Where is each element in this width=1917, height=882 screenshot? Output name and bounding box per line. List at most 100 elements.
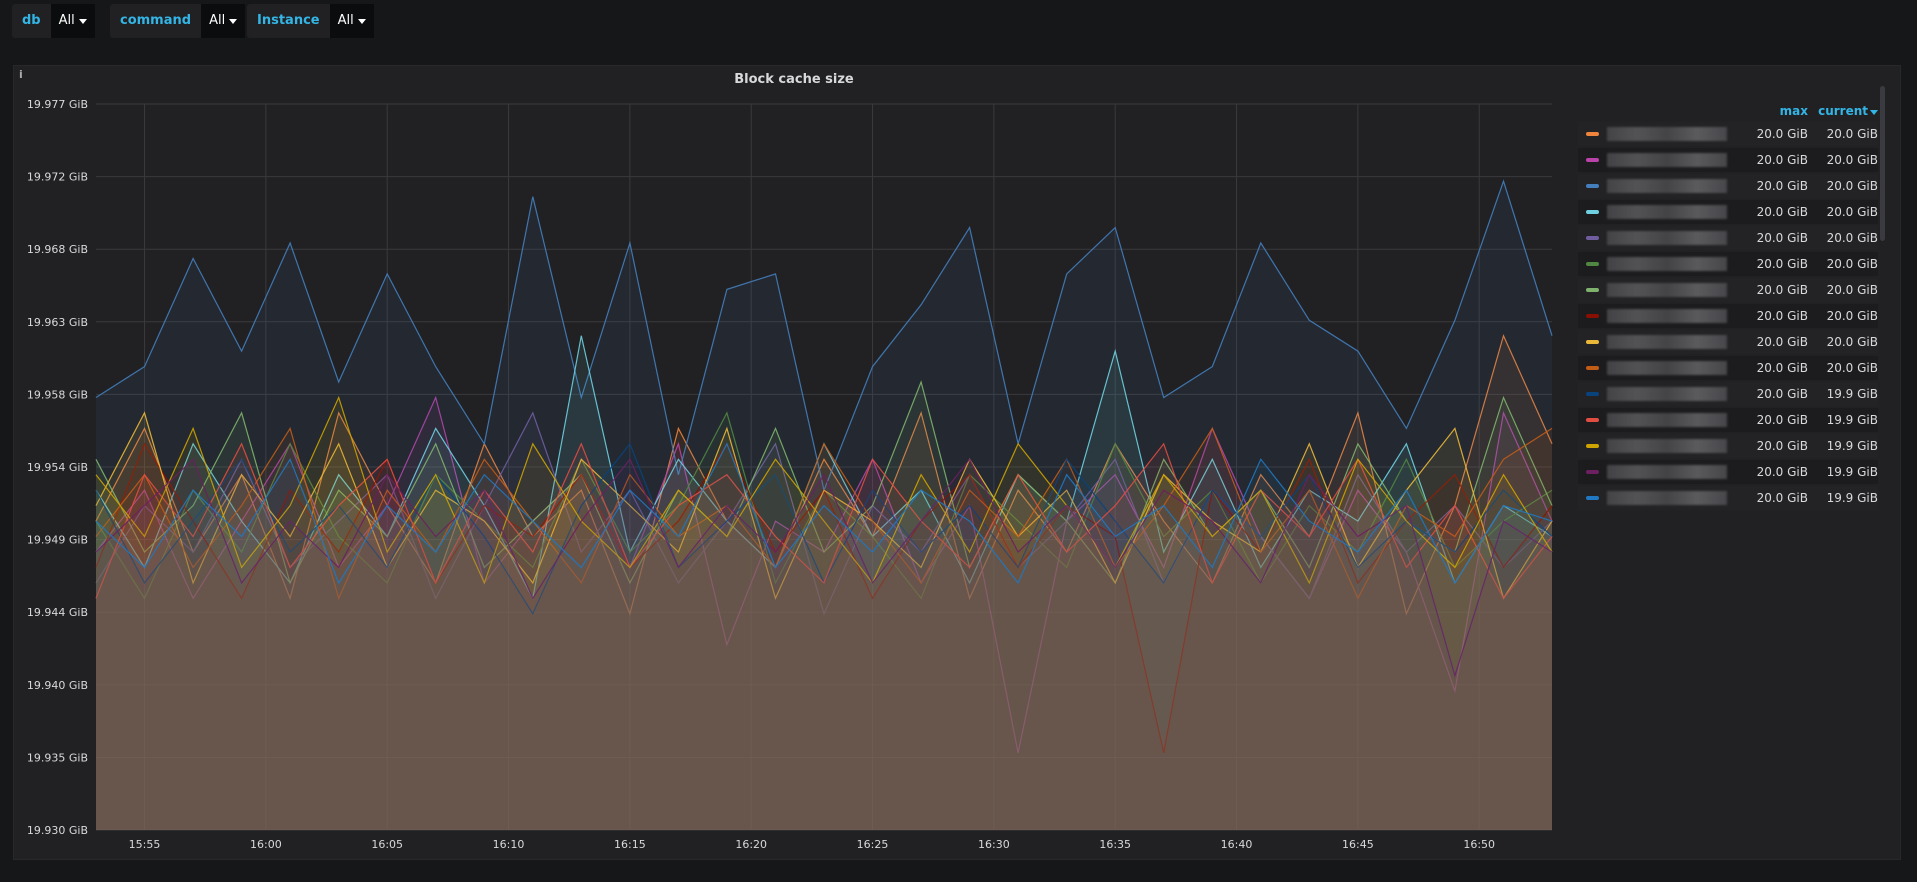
- series-color-swatch[interactable]: [1586, 392, 1599, 396]
- legend-header: max current: [1578, 100, 1878, 122]
- legend-max-value: 20.0 GiB: [1756, 335, 1808, 349]
- legend-item[interactable]: 20.0 GiB 20.0 GiB: [1578, 278, 1878, 302]
- panel-title[interactable]: Block cache size: [14, 72, 1574, 87]
- y-tick-label: 19.930 GiB: [27, 824, 88, 837]
- legend: max current 20.0 GiB 20.0 GiB 20.0 GiB 20.0…: [1578, 100, 1878, 512]
- legend-current-value: 19.9 GiB: [1826, 491, 1878, 505]
- series-color-swatch[interactable]: [1586, 262, 1599, 266]
- variable-command: command All: [110, 4, 246, 38]
- series-color-swatch[interactable]: [1586, 314, 1599, 318]
- legend-current-value: 20.0 GiB: [1826, 257, 1878, 271]
- series-color-swatch[interactable]: [1586, 444, 1599, 448]
- x-tick-label: 15:55: [129, 838, 161, 851]
- variable-label-instance: Instance: [257, 13, 320, 28]
- legend-item[interactable]: 20.0 GiB 20.0 GiB: [1578, 200, 1878, 224]
- variable-instance: Instance All: [247, 4, 374, 38]
- caret-down-icon: [78, 18, 87, 24]
- caret-down-icon: [229, 18, 238, 24]
- chart-svg[interactable]: 19.977 GiB 19.972 GiB 19.968 GiB 19.963 GiB…: [14, 66, 1574, 859]
- series-color-swatch[interactable]: [1586, 236, 1599, 240]
- x-tick-label: 16:30: [978, 838, 1010, 851]
- series-color-swatch[interactable]: [1586, 184, 1599, 188]
- series-name-redacted: [1607, 231, 1727, 245]
- legend-current-value: 20.0 GiB: [1826, 205, 1878, 219]
- legend-item[interactable]: 20.0 GiB 19.9 GiB: [1578, 434, 1878, 458]
- legend-item[interactable]: 20.0 GiB 19.9 GiB: [1578, 460, 1878, 484]
- legend-scrollbar[interactable]: [1880, 86, 1885, 241]
- legend-header-current[interactable]: current: [1808, 104, 1878, 118]
- legend-max-value: 20.0 GiB: [1756, 231, 1808, 245]
- legend-item[interactable]: 20.0 GiB 20.0 GiB: [1578, 174, 1878, 198]
- legend-item[interactable]: 20.0 GiB 20.0 GiB: [1578, 122, 1878, 146]
- legend-current-value: 20.0 GiB: [1826, 153, 1878, 167]
- series-color-swatch[interactable]: [1586, 418, 1599, 422]
- legend-header-max[interactable]: max: [1738, 104, 1808, 118]
- series-color-swatch[interactable]: [1586, 288, 1599, 292]
- series-name-redacted: [1607, 257, 1727, 271]
- variable-select-db[interactable]: All: [50, 4, 95, 38]
- legend-current-value: 20.0 GiB: [1826, 179, 1878, 193]
- legend-current-value: 20.0 GiB: [1826, 361, 1878, 375]
- series-name-redacted: [1607, 439, 1727, 453]
- series-name-redacted: [1607, 205, 1727, 219]
- x-tick-label: 16:20: [735, 838, 767, 851]
- legend-current-value: 19.9 GiB: [1826, 465, 1878, 479]
- legend-item[interactable]: 20.0 GiB 19.9 GiB: [1578, 382, 1878, 406]
- y-tick-label: 19.958 GiB: [27, 388, 88, 401]
- variable-db: db All: [12, 4, 95, 38]
- series-name-redacted: [1607, 127, 1727, 141]
- legend-current-value: 20.0 GiB: [1826, 335, 1878, 349]
- y-tick-label: 19.968 GiB: [27, 243, 88, 256]
- x-tick-label: 16:45: [1342, 838, 1374, 851]
- series-color-swatch[interactable]: [1586, 366, 1599, 370]
- series-color-swatch[interactable]: [1586, 210, 1599, 214]
- x-tick-label: 16:25: [857, 838, 889, 851]
- legend-current-value: 20.0 GiB: [1826, 231, 1878, 245]
- series-name-redacted: [1607, 387, 1727, 401]
- y-tick-label: 19.977 GiB: [27, 98, 88, 111]
- variable-label-command: command: [120, 13, 192, 28]
- series-name-redacted: [1607, 309, 1727, 323]
- legend-max-value: 20.0 GiB: [1756, 491, 1808, 505]
- series-name-redacted: [1607, 413, 1727, 427]
- legend-current-value: 20.0 GiB: [1826, 283, 1878, 297]
- series-name-redacted: [1607, 491, 1727, 505]
- select-value: All: [337, 13, 354, 28]
- legend-max-value: 20.0 GiB: [1756, 413, 1808, 427]
- series-name-redacted: [1607, 179, 1727, 193]
- legend-max-value: 20.0 GiB: [1756, 205, 1808, 219]
- series-color-swatch[interactable]: [1586, 470, 1599, 474]
- x-tick-label: 16:40: [1221, 838, 1253, 851]
- caret-down-icon: [357, 18, 366, 24]
- legend-current-value: 19.9 GiB: [1826, 413, 1878, 427]
- y-tick-label: 19.940 GiB: [27, 679, 88, 692]
- series-name-redacted: [1607, 335, 1727, 349]
- legend-item[interactable]: 20.0 GiB 20.0 GiB: [1578, 148, 1878, 172]
- legend-item[interactable]: 20.0 GiB 20.0 GiB: [1578, 330, 1878, 354]
- legend-item[interactable]: 20.0 GiB 19.9 GiB: [1578, 408, 1878, 432]
- legend-item[interactable]: 20.0 GiB 20.0 GiB: [1578, 356, 1878, 380]
- select-value: All: [58, 13, 75, 28]
- series-name-redacted: [1607, 153, 1727, 167]
- legend-max-value: 20.0 GiB: [1756, 309, 1808, 323]
- series-color-swatch[interactable]: [1586, 158, 1599, 162]
- legend-item[interactable]: 20.0 GiB 19.9 GiB: [1578, 486, 1878, 510]
- x-tick-label: 16:35: [1099, 838, 1131, 851]
- legend-item[interactable]: 20.0 GiB 20.0 GiB: [1578, 304, 1878, 328]
- series-color-swatch[interactable]: [1586, 132, 1599, 136]
- legend-current-value: 20.0 GiB: [1826, 309, 1878, 323]
- y-tick-label: 19.949 GiB: [27, 534, 88, 547]
- variable-select-instance[interactable]: All: [329, 4, 374, 38]
- series-color-swatch[interactable]: [1586, 340, 1599, 344]
- series-name-redacted: [1607, 283, 1727, 297]
- legend-item[interactable]: 20.0 GiB 20.0 GiB: [1578, 252, 1878, 276]
- x-tick-label: 16:15: [614, 838, 646, 851]
- legend-max-value: 20.0 GiB: [1756, 439, 1808, 453]
- series-color-swatch[interactable]: [1586, 496, 1599, 500]
- legend-max-value: 20.0 GiB: [1756, 387, 1808, 401]
- legend-current-value: 20.0 GiB: [1826, 127, 1878, 141]
- legend-max-value: 20.0 GiB: [1756, 283, 1808, 297]
- legend-item[interactable]: 20.0 GiB 20.0 GiB: [1578, 226, 1878, 250]
- y-tick-label: 19.972 GiB: [27, 171, 88, 184]
- variable-select-command[interactable]: All: [201, 4, 246, 38]
